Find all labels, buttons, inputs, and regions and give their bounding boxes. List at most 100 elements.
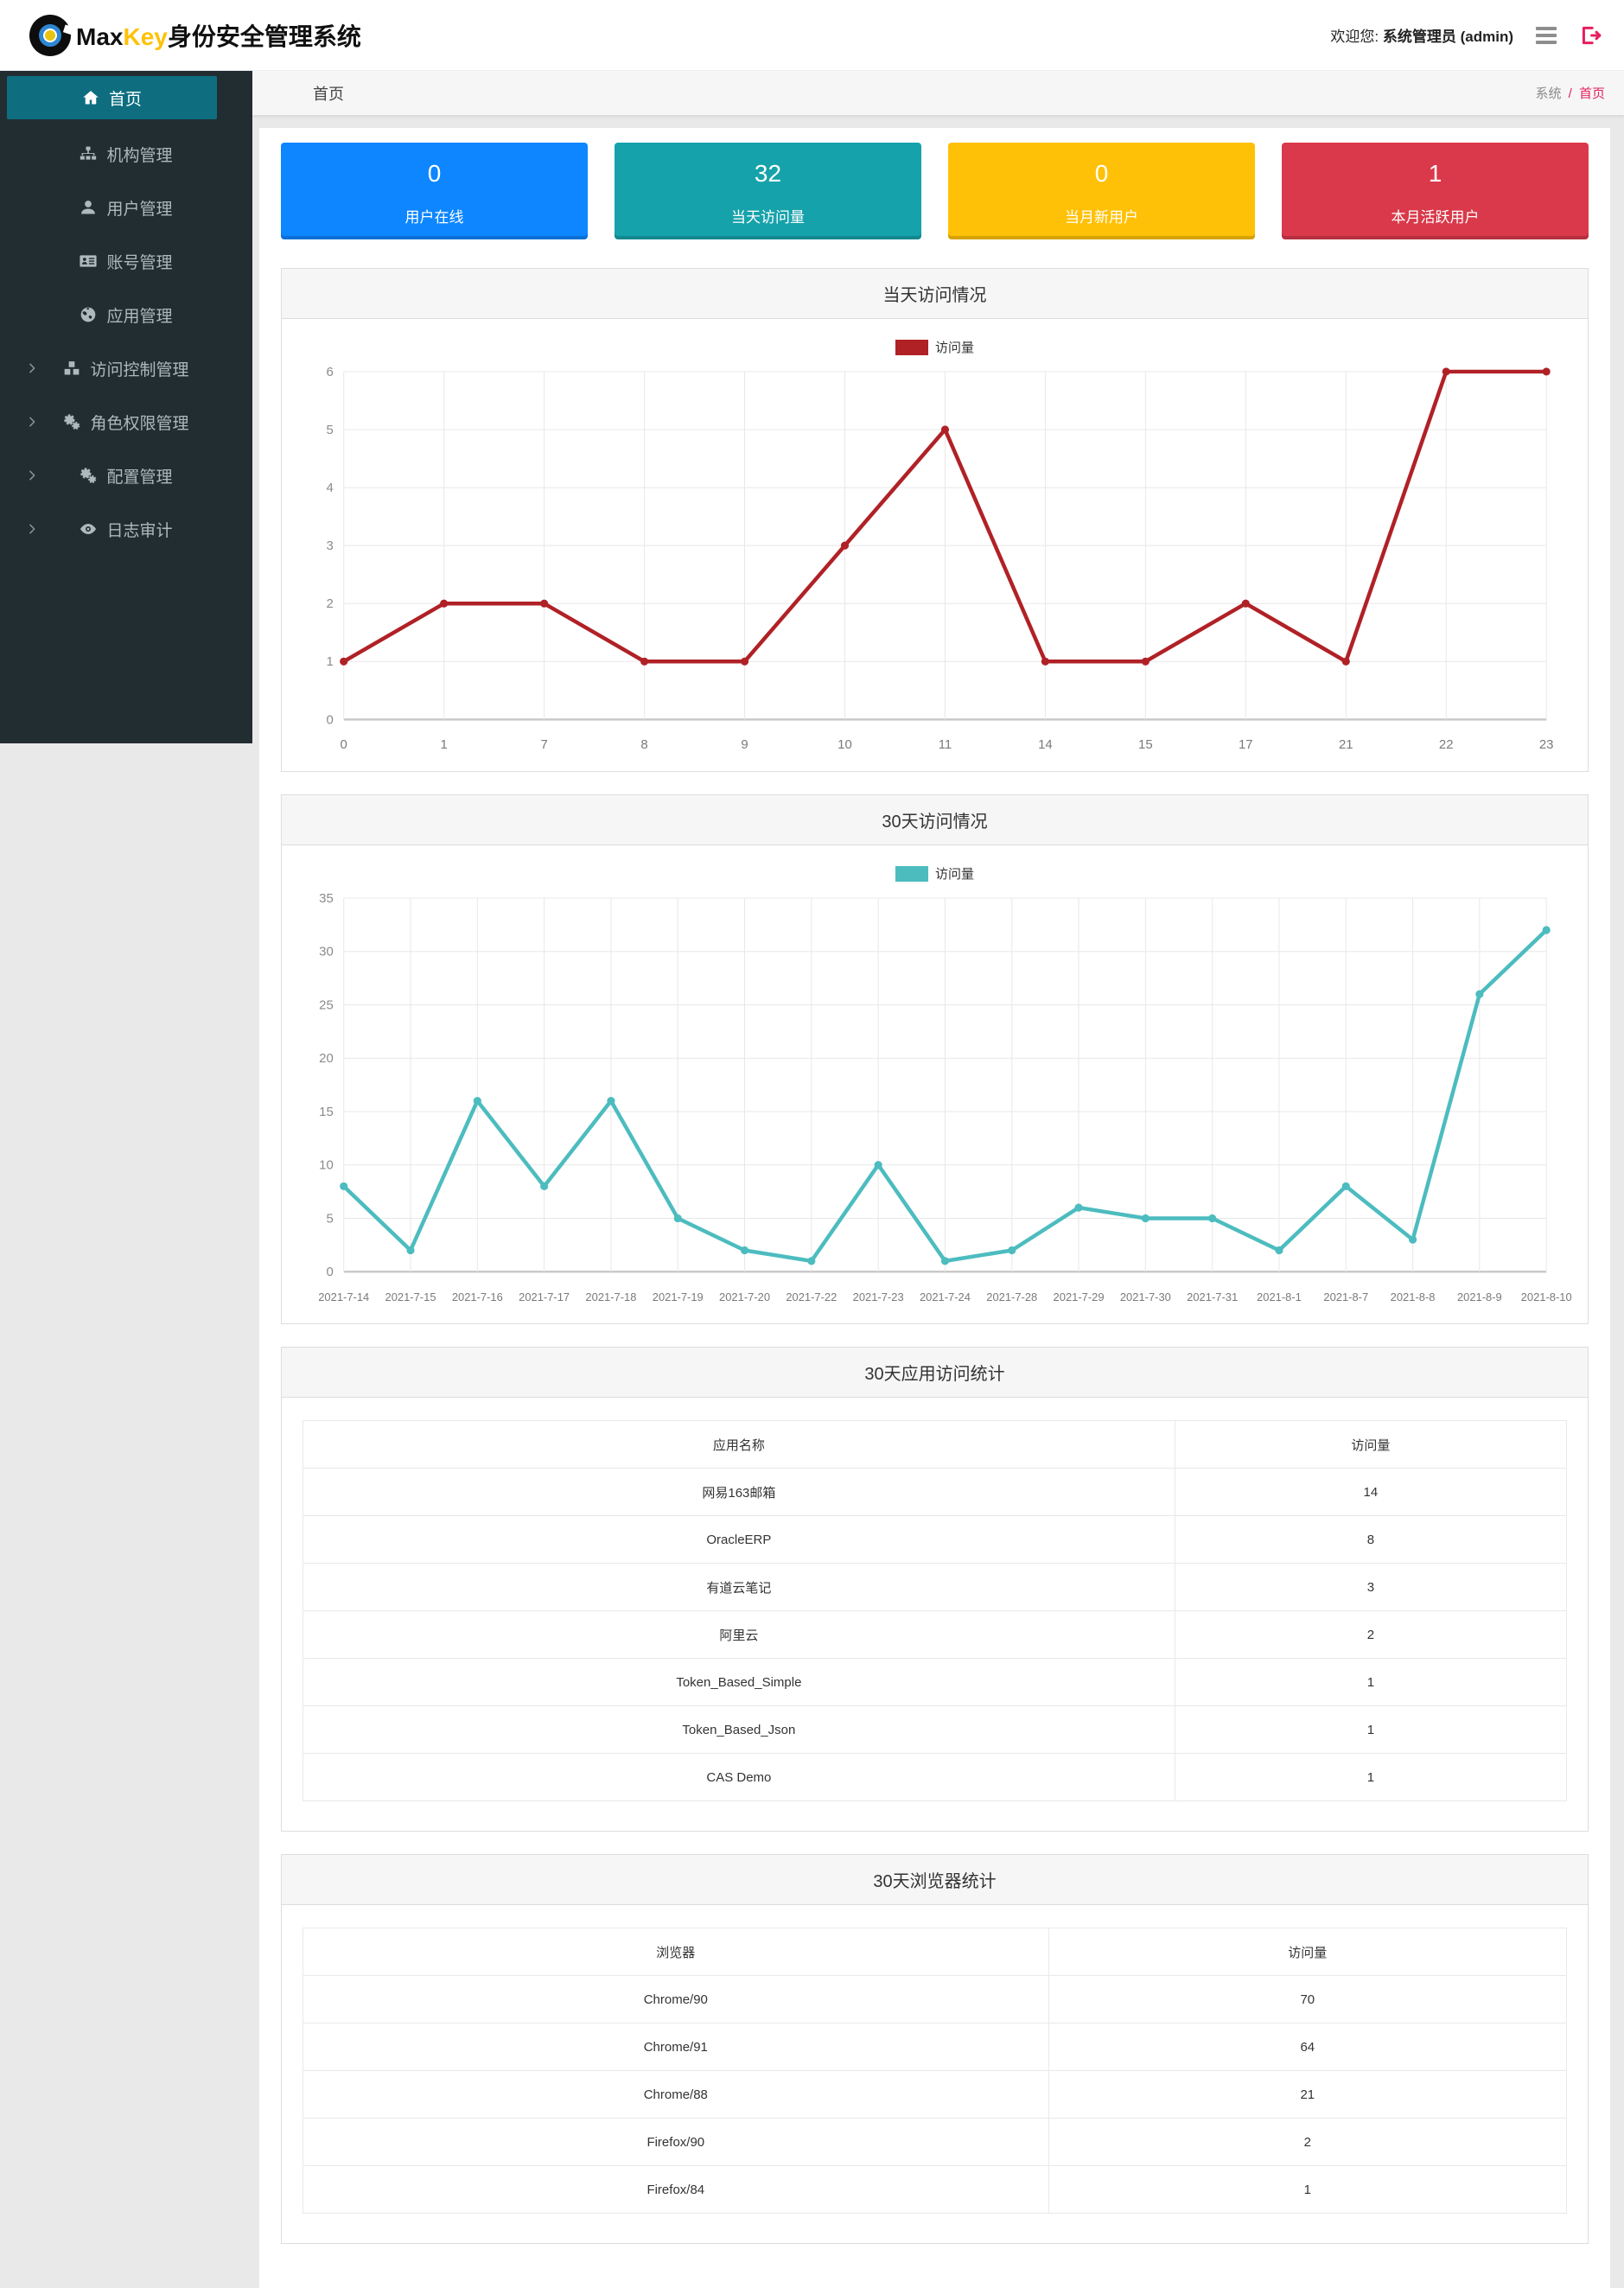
table-cell: Token_Based_Simple [303, 1658, 1175, 1707]
svg-text:9: 9 [741, 737, 748, 752]
table-row: 有道云笔记 3 [303, 1563, 1568, 1612]
panel-title: 30天应用访问统计 [864, 1365, 1005, 1385]
sidebar-item-role[interactable]: 角色权限管理 [0, 395, 252, 449]
table-header-cell: 浏览器 [303, 1928, 1049, 1977]
panel-body: 应用名称 访问量 网易163邮箱 14 OracleERP 8 有道云笔记 3 阿里云 2 Toke… [282, 1398, 1588, 1831]
table-row: OracleERP 8 [303, 1515, 1568, 1565]
panel-title: 30天浏览器统计 [873, 1872, 997, 1892]
stat-card-label: 当天访问量 [731, 209, 805, 226]
sidebar-item-home[interactable]: 首页 [7, 76, 217, 119]
panel-body: 访问量 0 1 2 3 4 5 6 0 1 7 8 9 10 11 14 15 17 21 22 23 [282, 319, 1588, 771]
svg-text:2021-7-15: 2021-7-15 [385, 1291, 436, 1303]
svg-text:2021-7-14: 2021-7-14 [318, 1291, 369, 1303]
svg-text:0: 0 [341, 737, 347, 752]
table-header-cell: 访问量 [1174, 1420, 1568, 1469]
stat-card-3: 0 当月新用户 [948, 143, 1255, 239]
svg-text:2021-8-7: 2021-8-7 [1323, 1291, 1368, 1303]
table-cell: 2 [1174, 1610, 1568, 1660]
svg-text:35: 35 [319, 891, 334, 906]
svg-text:8: 8 [640, 737, 647, 752]
stat-card-1: 0 用户在线 [281, 143, 588, 239]
svg-text:2021-7-22: 2021-7-22 [786, 1291, 837, 1303]
panel-today-visits: 当天访问情况 访问量 0 1 2 3 4 5 6 0 1 7 8 9 10 11 14 15 17 21 22 23 [281, 268, 1589, 773]
sidebar-item-label: 配置管理 [106, 468, 173, 487]
legend-swatch [895, 339, 928, 355]
sidebar-item-access[interactable]: 访问控制管理 [0, 341, 252, 395]
breadcrumb-home-link[interactable]: 首页 [1579, 86, 1605, 101]
legend-label: 访问量 [934, 341, 974, 355]
svg-text:2021-8-8: 2021-8-8 [1391, 1291, 1436, 1303]
breadcrumb-system-link[interactable]: 系统 [1535, 86, 1561, 101]
table-cell: 21 [1048, 2070, 1568, 2119]
content-area: 0 用户在线 32 当天访问量 0 当月新用户 1 本月活跃用户 当天访问情况 访问量 0 1 2 3 4… [259, 128, 1610, 2288]
thirty-day-visits-chart: 0 5 10 15 20 25 30 35 2021-7-14 2021-7-15 2021-7-1… [318, 891, 1571, 1303]
gears-icon [63, 413, 80, 430]
sidebar-item-user[interactable]: 用户管理 [0, 181, 252, 234]
brand-title: MaxKey身份安全管理系统 [76, 22, 361, 50]
table-cell: Chrome/88 [303, 2070, 1049, 2119]
table-cell: 70 [1048, 1975, 1568, 2024]
table-cell: Token_Based_Json [303, 1705, 1175, 1755]
panel-title: 当天访问情况 [882, 286, 987, 305]
svg-text:0: 0 [326, 712, 333, 727]
stat-card-value: 0 [1094, 160, 1109, 187]
app-header: MaxKey身份安全管理系统 欢迎您: 系统管理员 (admin) [0, 0, 1624, 71]
main-content: 首页 系统 / 首页 0 用户在线 32 当天访问量 0 当月新用户 1 本月活跃用户 当天访… [252, 71, 1624, 2288]
cubes-icon [63, 360, 80, 377]
svg-text:10: 10 [319, 1158, 334, 1173]
table-cell: 3 [1174, 1563, 1568, 1612]
sidebar-item-label: 首页 [108, 90, 142, 109]
sidebar-item-config[interactable]: 配置管理 [0, 449, 252, 502]
chevron-right-icon [26, 523, 38, 535]
table-cell: Chrome/90 [303, 1975, 1049, 2024]
table-row: Token_Based_Json 1 [303, 1705, 1568, 1755]
sidebar-item-app[interactable]: 应用管理 [0, 288, 252, 341]
panel-header: 当天访问情况 [282, 269, 1588, 319]
svg-text:2021-7-19: 2021-7-19 [653, 1291, 704, 1303]
panel-header: 30天浏览器统计 [282, 1855, 1588, 1906]
chevron-right-icon [26, 416, 38, 428]
svg-text:2021-7-31: 2021-7-31 [1187, 1291, 1238, 1303]
brand-logo[interactable]: MaxKey身份安全管理系统 [29, 14, 361, 56]
sidebar-item-label: 应用管理 [106, 307, 173, 326]
chart-legend: 访问量 [282, 864, 1588, 883]
table-cell: 8 [1174, 1515, 1568, 1565]
legend-label: 访问量 [934, 867, 974, 883]
sidebar-item-org[interactable]: 机构管理 [0, 127, 252, 181]
table-cell: 2 [1048, 2118, 1568, 2167]
menu-toggle-icon[interactable] [1532, 23, 1560, 48]
svg-text:30: 30 [319, 945, 334, 959]
table-cell: OracleERP [303, 1515, 1175, 1565]
svg-text:1: 1 [326, 654, 333, 669]
home-icon [82, 89, 99, 106]
table-cell: Firefox/90 [303, 2118, 1049, 2167]
sidebar-item-account[interactable]: 账号管理 [0, 234, 252, 288]
app-visits-table: 应用名称 访问量 网易163邮箱 14 OracleERP 8 有道云笔记 3 阿里云 2 Toke… [303, 1420, 1568, 1802]
panel-thirty-day-visits: 30天访问情况 访问量 0 5 10 15 20 25 30 35 2021-7-14 2021-7-… [281, 794, 1589, 1325]
svg-text:2021-8-9: 2021-8-9 [1457, 1291, 1502, 1303]
sidebar-item-label: 机构管理 [106, 146, 173, 165]
svg-text:23: 23 [1539, 737, 1554, 752]
svg-text:2021-7-30: 2021-7-30 [1120, 1291, 1171, 1303]
stat-card-value: 0 [427, 160, 442, 187]
logout-icon[interactable] [1579, 24, 1602, 47]
svg-text:7: 7 [540, 737, 547, 752]
table-cell: 阿里云 [303, 1610, 1175, 1660]
table-row: Firefox/84 1 [303, 2165, 1568, 2215]
svg-text:10: 10 [837, 737, 852, 752]
svg-text:2021-7-18: 2021-7-18 [585, 1291, 636, 1303]
table-cell: 网易163邮箱 [303, 1468, 1175, 1517]
table-row: Token_Based_Simple 1 [303, 1658, 1568, 1707]
svg-text:14: 14 [1038, 737, 1053, 752]
table-cell: Chrome/91 [303, 2023, 1049, 2072]
chevron-right-icon [26, 362, 38, 374]
breadcrumb: 系统 / 首页 [1535, 84, 1605, 102]
table-cell: 1 [1048, 2165, 1568, 2215]
sidebar-item-audit[interactable]: 日志审计 [0, 502, 252, 556]
table-row: 阿里云 2 [303, 1610, 1568, 1660]
svg-text:3: 3 [326, 539, 333, 553]
svg-text:17: 17 [1239, 737, 1253, 752]
svg-text:21: 21 [1339, 737, 1353, 752]
eye-icon [80, 520, 97, 538]
svg-text:1: 1 [441, 737, 448, 752]
